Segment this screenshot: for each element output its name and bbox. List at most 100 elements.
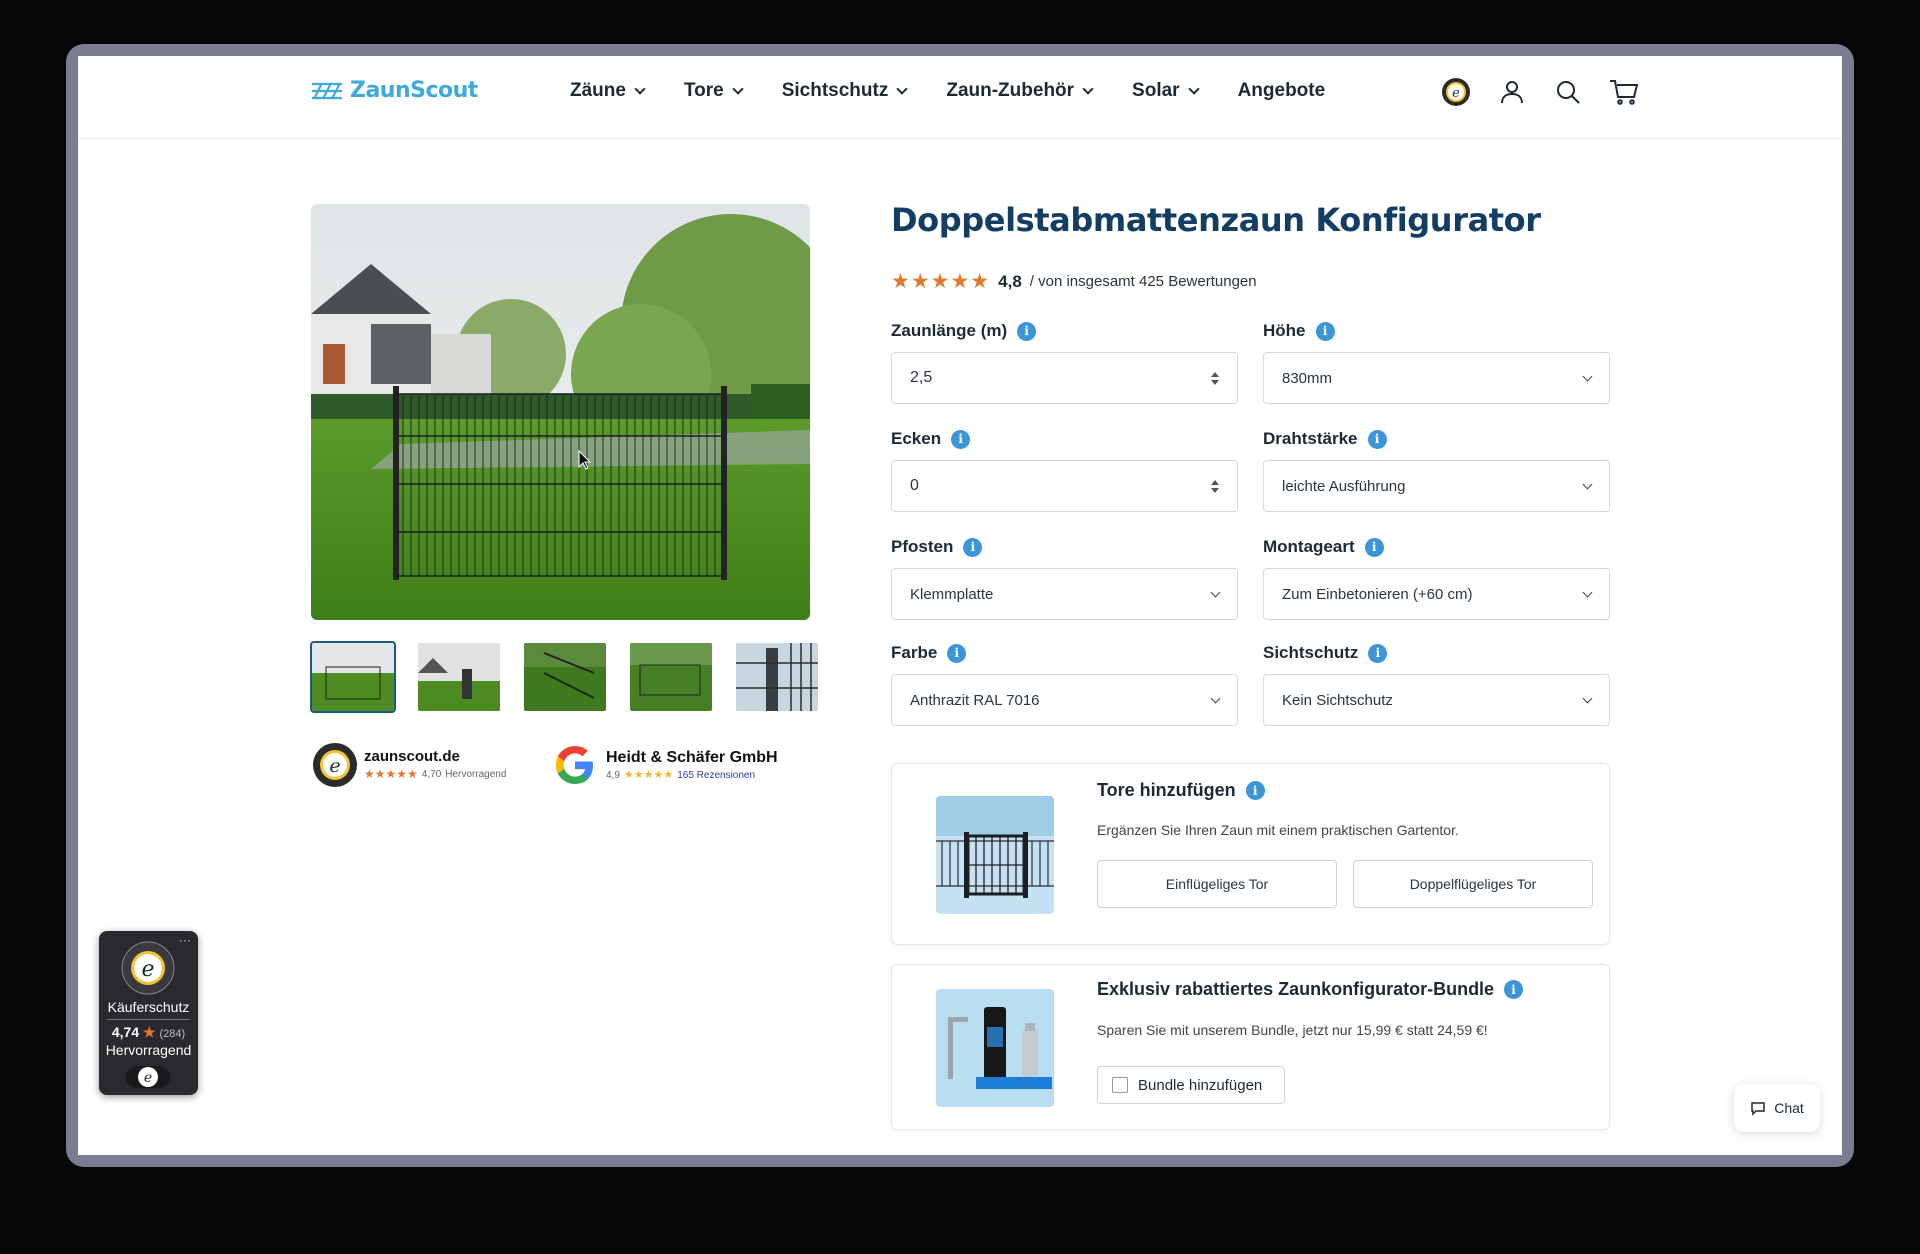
product-rating[interactable]: ★★★★★ 4,8 / von insgesamt 425 Bewertunge… — [891, 269, 1257, 294]
field-drahtstaerke: Drahtstärke i leichte Ausführung — [1263, 428, 1610, 512]
chevron-down-icon — [1210, 693, 1221, 703]
info-icon[interactable]: i — [1364, 537, 1384, 557]
google-reviews-badge[interactable]: Heidt & Schäfer GmbH 4,9 ★★★★★ 165 Rezen… — [552, 742, 778, 788]
info-icon[interactable]: i — [1504, 980, 1524, 999]
zaunlaenge-value[interactable] — [910, 369, 1110, 387]
add-bundle-checkbox[interactable]: Bundle hinzufügen — [1097, 1066, 1285, 1104]
thumbnail-1[interactable] — [310, 641, 396, 713]
nav-item-solar[interactable]: Solar — [1132, 80, 1200, 102]
info-icon[interactable]: i — [1017, 321, 1037, 341]
chevron-down-icon — [1187, 83, 1200, 95]
nav-item-sichtschutz[interactable]: Sichtschutz — [781, 80, 909, 102]
drahtstaerke-select[interactable]: leichte Ausführung — [1263, 460, 1610, 512]
ecken-input[interactable] — [891, 460, 1238, 512]
nav-label: Sichtschutz — [781, 80, 889, 101]
number-stepper-icon[interactable] — [1211, 371, 1219, 385]
nav-label: Angebote — [1237, 80, 1326, 101]
google-stars: ★★★★★ — [623, 769, 674, 782]
bundle-desc: Sparen Sie mit unserem Bundle, jetzt nur… — [1097, 1022, 1488, 1038]
search-icon[interactable] — [1552, 76, 1584, 108]
nav-item-zaeune[interactable]: Zäune — [570, 80, 646, 102]
trusted-shops-widget[interactable]: ··· e Käuferschutz 4,74 ★ (284) Hervorra… — [99, 931, 198, 1095]
chat-bubble-icon — [1751, 1102, 1765, 1116]
trusted-shops-badge[interactable]: e zaunscout.de ★★★★★ 4,70 Hervorragend — [312, 742, 506, 788]
chat-button[interactable]: Chat — [1734, 1084, 1820, 1132]
chevron-down-icon — [1582, 479, 1593, 489]
google-reviews: 165 Rezensionen — [677, 769, 756, 781]
info-icon[interactable]: i — [1367, 429, 1387, 449]
farbe-select[interactable]: Anthrazit RAL 7016 — [891, 674, 1238, 726]
hoehe-select[interactable]: 830mm — [1263, 352, 1610, 404]
field-label: Drahtstärke — [1263, 429, 1358, 448]
field-farbe: Farbe i Anthrazit RAL 7016 — [891, 642, 1238, 726]
thumbnail-5[interactable] — [736, 643, 818, 711]
svg-text:e: e — [141, 957, 154, 982]
chevron-down-icon — [896, 83, 909, 95]
info-icon[interactable]: i — [1368, 643, 1388, 663]
trusted-shops-icon[interactable]: e — [1440, 76, 1472, 108]
number-stepper-icon[interactable] — [1211, 479, 1219, 493]
checkbox-icon[interactable] — [1112, 1077, 1128, 1093]
field-label: Montageart — [1263, 537, 1355, 556]
thumbnail-3[interactable] — [524, 643, 606, 711]
svg-text:e: e — [1452, 86, 1460, 101]
logo[interactable]: ZaunScout — [310, 78, 478, 103]
nav-item-tore[interactable]: Tore — [684, 80, 744, 102]
svg-text:e: e — [329, 755, 340, 777]
ts-badge-rating: 4,70 — [421, 769, 442, 781]
more-options-icon[interactable]: ··· — [179, 933, 191, 947]
chevron-down-icon — [634, 83, 646, 95]
field-label: Sichtschutz — [1263, 643, 1359, 662]
thumbnail-4[interactable] — [630, 643, 712, 711]
tore-desc: Ergänzen Sie Ihren Zaun mit einem prakti… — [1097, 822, 1459, 838]
info-icon[interactable]: i — [1245, 781, 1265, 800]
rating-stars: ★★★★★ — [891, 270, 991, 293]
tore-card: Tore hinzufügen i Ergänzen Sie Ihren Zau… — [891, 763, 1610, 945]
trusted-shops-seal-icon: e — [313, 743, 357, 787]
header-actions: e — [1440, 76, 1640, 108]
field-hoehe: Höhe i 830mm — [1263, 320, 1610, 404]
thumbnail-strip — [310, 641, 818, 713]
field-label: Zaunlänge (m) — [891, 321, 1008, 340]
zaunlaenge-input[interactable] — [891, 352, 1238, 404]
info-icon[interactable]: i — [963, 537, 983, 557]
montageart-select[interactable]: Zum Einbetonieren (+60 cm) — [1263, 568, 1610, 620]
info-icon[interactable]: i — [951, 429, 971, 449]
select-value: Kein Sichtschutz — [1282, 691, 1393, 709]
nav-item-zaun-zubehoer[interactable]: Zaun-Zubehör — [946, 80, 1094, 102]
field-label: Höhe — [1263, 321, 1306, 340]
field-label: Ecken — [891, 429, 942, 448]
site-header: ZaunScout Zäune Tore Sichtschutz Zaun-Zu… — [78, 56, 1842, 139]
account-icon[interactable] — [1496, 76, 1528, 108]
cart-icon[interactable] — [1608, 76, 1640, 108]
ts-toggle[interactable]: e — [126, 1066, 170, 1088]
chevron-down-icon — [1082, 83, 1094, 95]
chat-label: Chat — [1774, 1100, 1804, 1116]
trusted-shops-seal-icon: e — [121, 941, 175, 995]
chevron-down-icon — [732, 83, 744, 95]
add-double-gate-button[interactable]: Doppelflügeliges Tor — [1353, 860, 1593, 908]
field-label: Farbe — [891, 643, 938, 662]
sichtschutz-select[interactable]: Kein Sichtschutz — [1263, 674, 1610, 726]
chevron-down-icon — [1582, 693, 1593, 703]
page-title: Doppelstabmattenzaun Konfigurator — [891, 201, 1541, 239]
product-main-image[interactable] — [311, 204, 810, 620]
info-icon[interactable]: i — [1315, 321, 1335, 341]
thumbnail-2[interactable] — [418, 643, 500, 711]
bundle-image — [936, 989, 1054, 1107]
add-single-gate-button[interactable]: Einflügeliges Tor — [1097, 860, 1337, 908]
field-sichtschutz: Sichtschutz i Kein Sichtschutz — [1263, 642, 1610, 726]
info-icon[interactable]: i — [947, 643, 967, 663]
field-montageart: Montageart i Zum Einbetonieren (+60 cm) — [1263, 536, 1610, 620]
logo-text: ZaunScout — [350, 78, 478, 103]
divider — [107, 1019, 190, 1020]
nav-item-angebote[interactable]: Angebote — [1238, 80, 1326, 102]
chevron-down-icon — [1582, 371, 1593, 381]
select-value: Anthrazit RAL 7016 — [910, 691, 1040, 709]
google-icon — [555, 746, 593, 784]
ecken-value[interactable] — [910, 477, 1110, 495]
pfosten-select[interactable]: Klemmplatte — [891, 568, 1238, 620]
bundle-checkbox-label: Bundle hinzufügen — [1138, 1076, 1263, 1094]
ts-widget-rating: 4,74 ★ (284) — [99, 1024, 198, 1041]
tore-title-text: Tore hinzufügen — [1097, 780, 1236, 800]
